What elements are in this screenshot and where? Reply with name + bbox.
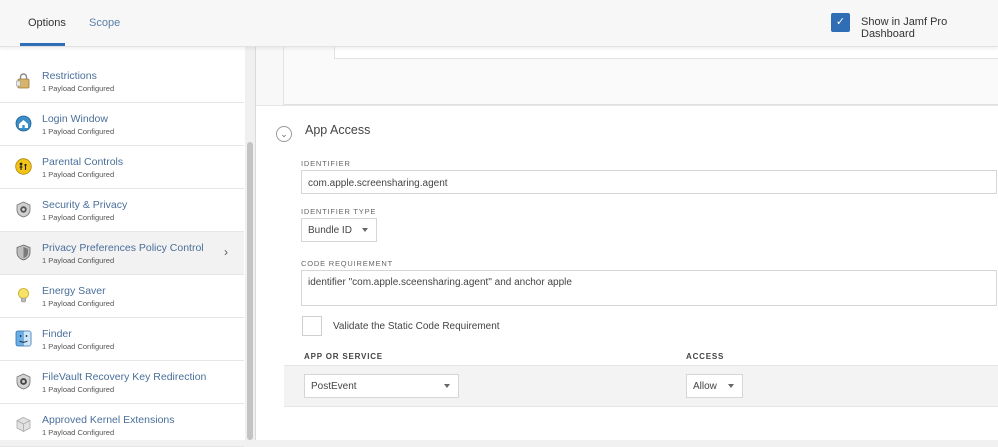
sidebar-scrollbar-thumb[interactable] <box>247 142 253 440</box>
caret-down-icon <box>728 384 734 388</box>
chevron-right-icon: › <box>224 245 228 259</box>
sidebar-item-title: Privacy Preferences Policy Control <box>42 242 204 254</box>
sidebar-item-subtitle: 1 Payload Configured <box>42 84 115 93</box>
sidebar-item-subtitle: 1 Payload Configured <box>42 385 115 394</box>
sidebar-item-subtitle: 1 Payload Configured <box>42 428 115 437</box>
sidebar-item-title: Finder <box>42 328 72 340</box>
sidebar-item-title: Security & Privacy <box>42 199 128 211</box>
collapse-chevron-icon[interactable]: ⌄ <box>276 126 292 142</box>
sidebar-item-title: Login Window <box>42 113 108 125</box>
lightbulb-icon <box>18 288 29 303</box>
sidebar-item-title: Energy Saver <box>42 285 106 297</box>
tab-scope[interactable]: Scope <box>89 17 120 29</box>
sidebar-item-subtitle: 1 Payload Configured <box>42 213 115 222</box>
validate-static-code-checkbox[interactable] <box>302 316 322 336</box>
code-requirement-label: CODE REQUIREMENT <box>301 259 393 268</box>
sidebar-item-subtitle: 1 Payload Configured <box>42 127 115 136</box>
active-tab-indicator <box>20 43 65 46</box>
dashboard-checkbox[interactable]: ✓ <box>831 13 850 32</box>
access-value: Allow <box>693 381 717 392</box>
sidebar-item-title: Restrictions <box>42 70 97 82</box>
sidebar-item-subtitle: 1 Payload Configured <box>42 342 115 351</box>
app-access-section: ⌄ App Access IDENTIFIER com.apple.screen… <box>256 105 998 440</box>
sidebar-item-approved-kernel-extensions[interactable]: Approved Kernel Extensions 1 Payload Con… <box>0 404 244 447</box>
security-icon <box>16 201 31 218</box>
sidebar-item-restrictions[interactable]: Restrictions 1 Payload Configured <box>0 60 244 103</box>
lock-icon <box>16 73 30 89</box>
payload-sidebar: Restrictions 1 Payload Configured Login … <box>0 47 256 447</box>
identifier-input[interactable]: com.apple.screensharing.agent <box>301 170 997 194</box>
column-header-app-or-service: APP OR SERVICE <box>304 352 383 361</box>
sidebar-item-finder[interactable]: Finder 1 Payload Configured <box>0 318 244 361</box>
sidebar-item-subtitle: 1 Payload Configured <box>42 170 115 179</box>
sidebar-item-filevault-recovery-key-redirection[interactable]: FileVault Recovery Key Redirection 1 Pay… <box>0 361 244 404</box>
finder-icon <box>15 330 32 347</box>
tab-options[interactable]: Options <box>28 17 66 29</box>
sidebar-item-energy-saver[interactable]: Energy Saver 1 Payload Configured <box>0 275 244 318</box>
previous-section-box <box>283 47 998 105</box>
table-row: PostEvent Allow <box>284 365 998 407</box>
header-bar: Options Scope ✓ Show in Jamf Pro Dashboa… <box>0 0 998 47</box>
caret-down-icon <box>444 384 450 388</box>
sidebar-item-title: Approved Kernel Extensions <box>42 414 175 426</box>
app-or-service-value: PostEvent <box>311 381 357 392</box>
identifier-type-value: Bundle ID <box>308 225 352 236</box>
sidebar-item-parental-controls[interactable]: Parental Controls 1 Payload Configured <box>0 146 244 189</box>
section-title: App Access <box>305 123 371 137</box>
dashboard-label: Show in Jamf Pro Dashboard <box>861 16 948 40</box>
checkmark-icon: ✓ <box>835 16 846 28</box>
validate-static-code-label: Validate the Static Code Requirement <box>333 321 500 332</box>
app-or-service-select[interactable]: PostEvent <box>304 374 459 398</box>
shield-icon <box>16 244 31 261</box>
parental-controls-icon <box>15 158 32 175</box>
main-content: ⌄ App Access IDENTIFIER com.apple.screen… <box>256 47 998 440</box>
sidebar-item-privacy-preferences-policy-control[interactable]: Privacy Preferences Policy Control 1 Pay… <box>0 232 244 275</box>
sidebar-item-title: FileVault Recovery Key Redirection <box>42 371 207 383</box>
sidebar-item-title: Parental Controls <box>42 156 124 168</box>
identifier-type-select[interactable]: Bundle ID <box>301 218 377 242</box>
login-window-icon <box>15 115 32 132</box>
sidebar-item-security-privacy[interactable]: Security & Privacy 1 Payload Configured <box>0 189 244 232</box>
sidebar-item-subtitle: 1 Payload Configured <box>42 256 115 265</box>
sidebar-item-subtitle: 1 Payload Configured <box>42 299 115 308</box>
access-select[interactable]: Allow <box>686 374 743 398</box>
filevault-icon <box>16 373 31 390</box>
kernel-extension-icon <box>16 417 31 432</box>
caret-down-icon <box>362 228 368 232</box>
identifier-label: IDENTIFIER <box>301 159 351 168</box>
sidebar-item-login-window[interactable]: Login Window 1 Payload Configured <box>0 103 244 146</box>
code-requirement-textarea[interactable]: identifier "com.apple.sceensharing.agent… <box>301 270 997 306</box>
previous-section-inner <box>334 47 998 59</box>
column-header-access: ACCESS <box>686 352 725 361</box>
identifier-type-label: IDENTIFIER TYPE <box>301 207 377 216</box>
